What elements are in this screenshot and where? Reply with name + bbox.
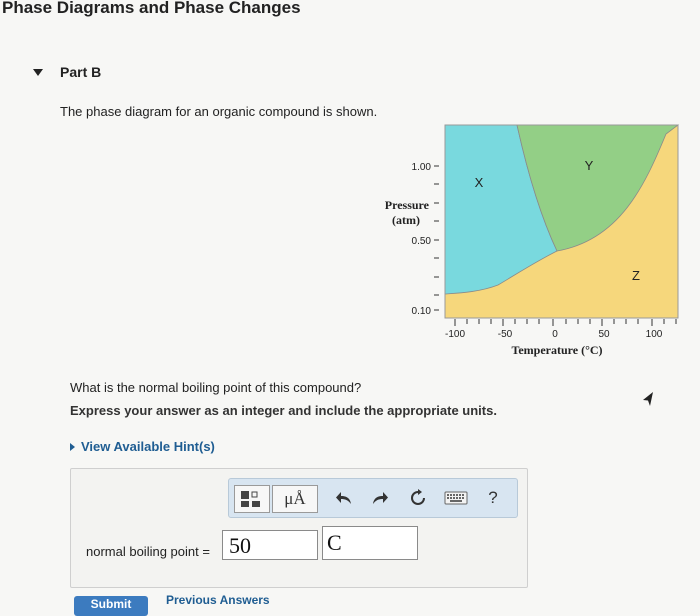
y-tick-label-3: 0.10: [412, 306, 432, 317]
x-tick-label-5: 100: [646, 329, 663, 340]
redo-glyph: [373, 492, 388, 504]
y-axis-ticks: [434, 165, 439, 311]
y-tick-label-2: 0.50: [412, 236, 432, 247]
x-tick-label-1: -100: [445, 329, 465, 340]
submit-button[interactable]: Submit: [74, 596, 148, 616]
x-tick-label-2: -50: [498, 329, 513, 340]
template-icon[interactable]: [234, 485, 270, 513]
y-axis-label-line1: Pressure: [385, 198, 430, 212]
page-title: Phase Diagrams and Phase Changes: [2, 0, 301, 17]
math-toolbar: μÅ ?: [228, 478, 518, 518]
region-z-label: Z: [632, 268, 640, 283]
hint-label: View Available Hint(s): [81, 439, 215, 454]
x-axis-ticks: [454, 319, 677, 326]
keyboard-icon[interactable]: [441, 485, 471, 511]
undo-glyph: [336, 492, 351, 504]
view-hints-link[interactable]: View Available Hint(s): [70, 439, 215, 454]
x-tick-label-3: 0: [552, 329, 558, 340]
reset-icon[interactable]: [405, 485, 431, 511]
help-button[interactable]: ?: [481, 485, 505, 511]
keyboard-glyph: [444, 491, 468, 505]
undo-icon[interactable]: [331, 485, 357, 511]
expand-triangle-icon: [70, 442, 75, 451]
template-glyph: [241, 491, 260, 507]
part-b-header[interactable]: Part B: [33, 62, 101, 82]
reset-glyph: [411, 489, 425, 505]
x-tick-label-4: 50: [598, 329, 610, 340]
units-input[interactable]: C: [322, 526, 418, 560]
y-axis-label-line2: (atm): [392, 213, 420, 227]
x-axis-label: Temperature (°C): [511, 343, 602, 357]
y-tick-label-1: 1.00: [412, 162, 432, 173]
instruction-text: Express your answer as an integer and in…: [70, 403, 497, 418]
region-y-label: Y: [585, 158, 594, 173]
part-label: Part B: [60, 64, 102, 80]
phase-diagram: 1.00 0.50 0.10 Pressure (atm) -100 -50 0…: [385, 124, 680, 357]
region-x-label: X: [475, 175, 484, 190]
redo-icon[interactable]: [367, 485, 393, 511]
intro-text: The phase diagram for an organic compoun…: [60, 104, 378, 119]
mouse-cursor-icon: [643, 392, 653, 406]
units-button[interactable]: μÅ: [272, 485, 318, 513]
value-input[interactable]: 50: [222, 530, 318, 560]
question-text: What is the normal boiling point of this…: [70, 380, 362, 395]
collapse-caret-icon[interactable]: [33, 68, 43, 76]
answer-label: normal boiling point =: [86, 544, 210, 559]
